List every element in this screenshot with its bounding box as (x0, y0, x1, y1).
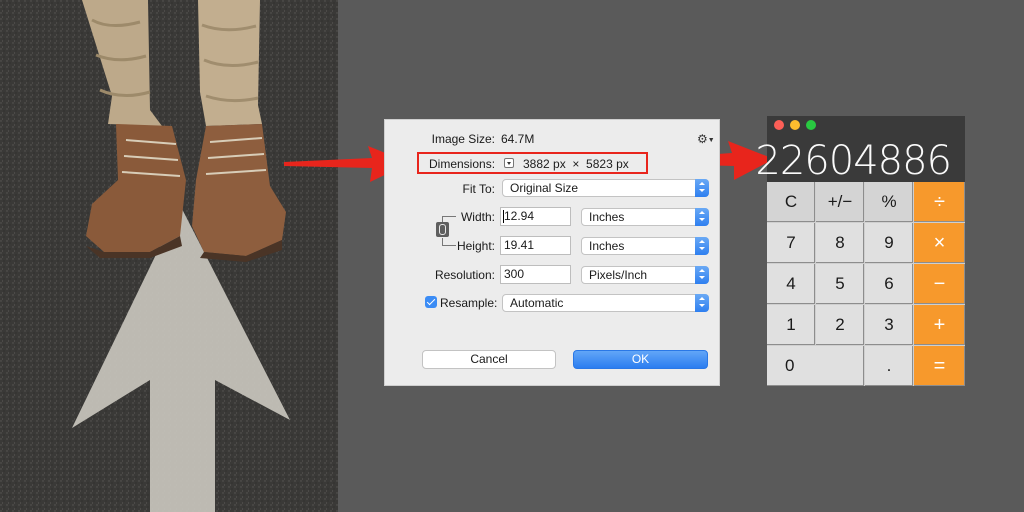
subtract-key[interactable]: − (914, 264, 965, 304)
ok-button[interactable]: OK (573, 350, 708, 369)
fit-to-select[interactable]: Original Size (502, 179, 709, 197)
display-value: 22604886 (755, 138, 952, 184)
resample-select[interactable]: Automatic (502, 294, 709, 312)
resample-label: Resample: (440, 296, 498, 310)
cancel-button[interactable]: Cancel (422, 350, 556, 369)
fit-to-value: Original Size (510, 181, 579, 195)
select-stepper-icon (695, 237, 709, 255)
resolution-field[interactable]: 300 (500, 265, 571, 284)
digit-9-key[interactable]: 9 (865, 223, 913, 263)
resolution-label: Resolution: (434, 268, 495, 282)
image-size-dialog: Image Size: 64.7M ⚙▼ Dimensions: 3882 px… (384, 119, 720, 386)
height-unit-value: Inches (589, 239, 625, 253)
boots-photo (0, 0, 338, 512)
image-size-label: Image Size: (431, 132, 495, 146)
link-chain-icon[interactable] (436, 222, 449, 237)
height-label: Height: (456, 239, 495, 253)
dimensions-dropdown-icon[interactable] (504, 158, 514, 168)
digit-1-key[interactable]: 1 (767, 305, 815, 345)
multiply-key[interactable]: × (914, 223, 965, 263)
sign-key[interactable]: +/− (816, 182, 864, 222)
digit-7-key[interactable]: 7 (767, 223, 815, 263)
width-label: Width: (460, 210, 495, 224)
digit-6-key[interactable]: 6 (865, 264, 913, 304)
resample-checkbox[interactable] (425, 296, 437, 308)
resample-value: Automatic (510, 296, 564, 310)
add-key[interactable]: + (914, 305, 965, 345)
clear-key[interactable]: C (767, 182, 815, 222)
percent-key[interactable]: % (865, 182, 913, 222)
resolution-unit-select[interactable]: Pixels/Inch (581, 266, 709, 284)
close-window-button[interactable] (774, 120, 784, 130)
image-size-value: 64.7M (501, 132, 535, 146)
gear-icon[interactable]: ⚙▼ (697, 132, 715, 146)
width-unit-select[interactable]: Inches (581, 208, 709, 226)
divide-key[interactable]: ÷ (914, 182, 965, 222)
select-stepper-icon (695, 179, 709, 197)
dimensions-label: Dimensions: (429, 157, 496, 171)
digit-3-key[interactable]: 3 (865, 305, 913, 345)
digit-8-key[interactable]: 8 (816, 223, 864, 263)
select-stepper-icon (695, 266, 709, 284)
select-stepper-icon (695, 294, 709, 312)
height-field[interactable]: 19.41 (500, 236, 571, 255)
digit-0-key[interactable]: 0 (767, 346, 864, 386)
equals-key[interactable]: = (914, 346, 965, 386)
calculator-display: 22604886 (755, 116, 965, 184)
digit-4-key[interactable]: 4 (767, 264, 815, 304)
decimal-key[interactable]: . (865, 346, 913, 386)
dimensions-value: 3882 px × 5823 px (523, 157, 629, 171)
width-unit-value: Inches (589, 210, 625, 224)
calculator-window: 22604886 C +/− % ÷ 7 8 9 × 4 5 6 − 1 2 3… (755, 116, 965, 386)
dimensions-highlight: Dimensions: 3882 px × 5823 px (417, 152, 648, 174)
digit-5-key[interactable]: 5 (816, 264, 864, 304)
resolution-unit-value: Pixels/Inch (589, 268, 648, 282)
digit-2-key[interactable]: 2 (816, 305, 864, 345)
fit-to-label: Fit To: (462, 182, 495, 196)
height-unit-select[interactable]: Inches (581, 237, 709, 255)
minimize-window-button[interactable] (790, 120, 800, 130)
zoom-window-button[interactable] (806, 120, 816, 130)
width-field[interactable]: 12.94 (500, 207, 571, 226)
select-stepper-icon (695, 208, 709, 226)
